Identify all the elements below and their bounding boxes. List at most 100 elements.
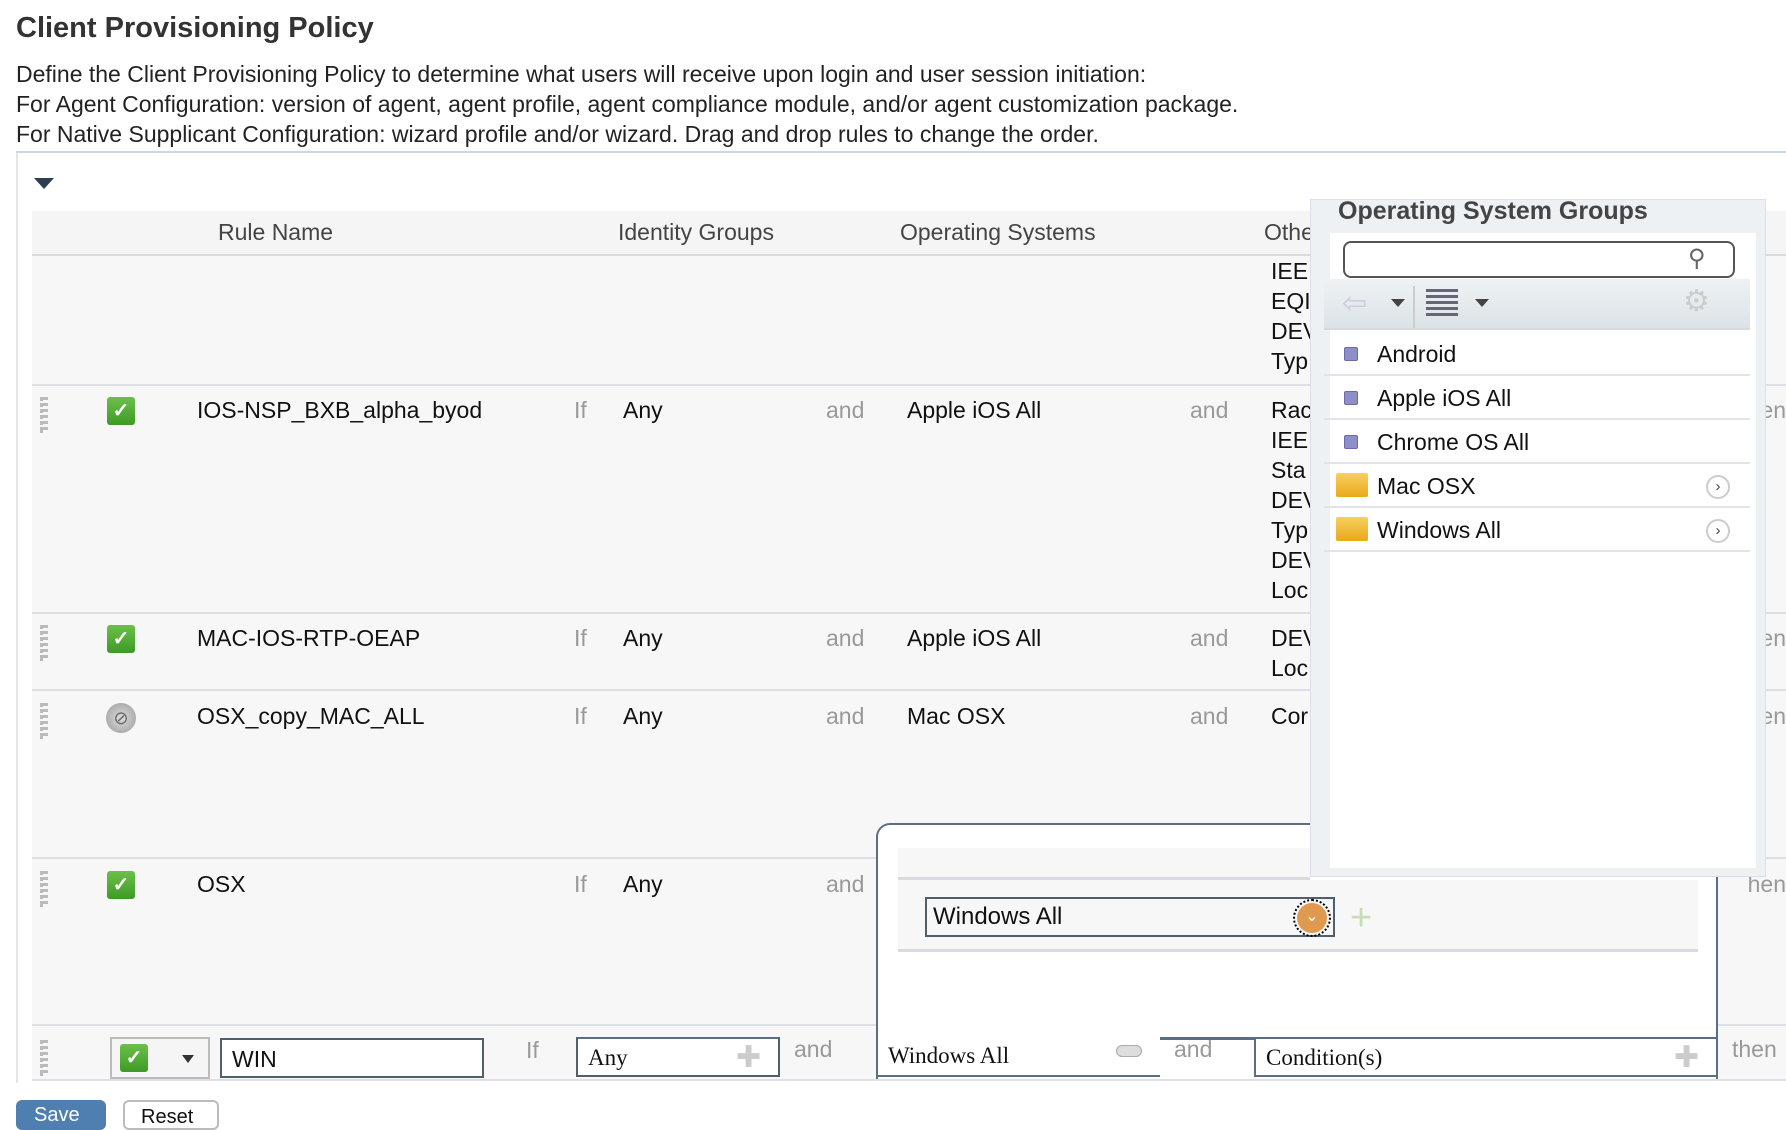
condition-text: IEE [1271,427,1309,453]
add-icon[interactable]: + [1350,898,1372,938]
os-select-field[interactable]: Windows All [925,897,1335,937]
reset-button[interactable]: Reset [123,1100,219,1130]
folder-icon [1336,473,1368,497]
identity-group[interactable]: Any [623,625,663,652]
os-group-folder[interactable]: Windows All › [1324,508,1750,552]
os-item-label: Windows All [1377,517,1501,543]
and-label: and [1190,703,1229,729]
rule-name[interactable]: OSX_copy_MAC_ALL [197,703,425,730]
drag-handle-icon[interactable] [40,625,48,661]
rule-name[interactable]: MAC-IOS-RTP-OEAP [197,625,420,652]
dropdown-chevron-icon[interactable]: ⌄ [1293,899,1331,937]
divider [16,151,1786,153]
enabled-check-icon: ✓ [120,1044,148,1072]
remove-icon[interactable] [1116,1045,1142,1057]
and-label: and [1190,397,1229,423]
toolbar-divider [1413,286,1415,328]
enabled-check-icon[interactable]: ✓ [107,397,135,425]
os-group-item[interactable]: Android [1324,332,1750,376]
condition-text: Typ [1271,517,1309,543]
add-icon[interactable]: ✚ [736,1040,761,1075]
status-dropdown[interactable]: ✓ [110,1037,210,1079]
other-conditions: Cor [1271,701,1313,731]
add-icon[interactable]: ✚ [1674,1040,1699,1075]
rule-name[interactable]: IOS-NSP_BXB_alpha_byod [197,397,482,424]
collapse-toggle-icon[interactable] [34,178,54,189]
page-title: Client Provisioning Policy [16,12,374,44]
os-groups-search-input[interactable] [1343,241,1735,278]
enabled-check-icon[interactable]: ✓ [107,625,135,653]
and-label: and [826,703,865,729]
operating-system[interactable]: Apple iOS All [907,625,1041,652]
operating-system[interactable]: Apple iOS All [907,397,1041,424]
popup-band [898,848,1310,880]
disabled-status-icon[interactable]: ⊘ [106,703,136,733]
header-rule-name: Rule Name [218,219,334,245]
gear-icon[interactable]: ⚙ [1683,284,1710,319]
divider [16,153,18,1083]
table-row: IEE EQI DEV Typ [1271,256,1313,376]
operating-system[interactable]: Mac OSX [907,703,1005,730]
divider [1160,1037,1256,1040]
os-group-item[interactable]: Apple iOS All [1324,376,1750,420]
back-arrow-icon[interactable]: ⇦ [1342,286,1367,321]
other-conditions: Rac IEE Sta DEV Typ DEV Loc [1271,395,1313,605]
if-label: If [574,625,587,651]
and-label: and [1174,1036,1213,1062]
os-group-item[interactable]: Chrome OS All [1324,420,1750,464]
drag-handle-icon[interactable] [40,871,48,907]
chevron-down-icon[interactable] [1391,299,1405,307]
chevron-down-icon [182,1055,194,1063]
os-item-label: Android [1377,341,1457,367]
and-label: and [794,1036,833,1062]
os-item-label: Chrome OS All [1377,429,1530,455]
condition-text: IEE [1271,258,1309,284]
condition-text: DEV [1271,625,1313,651]
and-label: and [826,871,865,897]
search-icon[interactable]: ⚲ [1688,244,1706,273]
header-identity-groups: Identity Groups [618,219,774,245]
condition-text: DEV [1271,547,1313,573]
os-item-label: Mac OSX [1377,473,1476,499]
and-label: and [826,625,865,651]
row-divider [32,1079,1786,1081]
if-label: If [574,871,587,897]
identity-group[interactable]: Any [623,703,663,730]
condition-text: Sta [1271,457,1306,483]
os-group-folder[interactable]: Mac OSX › [1324,464,1750,508]
and-label: and [1190,625,1229,651]
drag-handle-icon[interactable] [40,703,48,739]
expand-arrow-icon[interactable]: › [1706,475,1730,499]
and-label: and [826,397,865,423]
condition-text: Loc [1271,655,1309,681]
description-line: For Native Supplicant Configuration: wiz… [16,121,1099,147]
description-line: Define the Client Provisioning Policy to… [16,61,1147,87]
then-label: then [1732,1036,1777,1062]
drag-handle-icon[interactable] [40,397,48,433]
condition-text: EQI [1271,288,1311,314]
condition-text: Typ [1271,348,1309,374]
rule-name[interactable]: OSX [197,871,246,898]
enabled-check-icon[interactable]: ✓ [107,871,135,899]
identity-group[interactable]: Any [623,397,663,424]
conditions-input[interactable]: Condition(s) [1254,1037,1718,1077]
list-view-icon[interactable] [1426,289,1458,316]
chevron-down-icon[interactable] [1475,299,1489,307]
os-item-icon [1344,347,1358,361]
condition-text: Rac [1271,397,1312,423]
header-operating-systems: Operating Systems [900,219,1096,245]
identity-group[interactable]: Any [623,871,663,898]
other-conditions: DEV Loc [1271,623,1313,683]
folder-icon [1336,517,1368,541]
header-other-conditions: Othe [1264,219,1310,245]
drag-handle-icon[interactable] [40,1040,48,1076]
save-button[interactable]: Save [16,1100,106,1130]
expand-arrow-icon[interactable]: › [1706,519,1730,543]
if-label: If [526,1037,539,1063]
condition-text: DEV [1271,487,1313,513]
if-label: If [574,397,587,423]
os-input[interactable]: Windows All [876,1037,1160,1077]
condition-text: Loc [1271,577,1309,603]
rule-name-input[interactable]: WIN [220,1038,484,1078]
description-line: For Agent Configuration: version of agen… [16,91,1239,117]
